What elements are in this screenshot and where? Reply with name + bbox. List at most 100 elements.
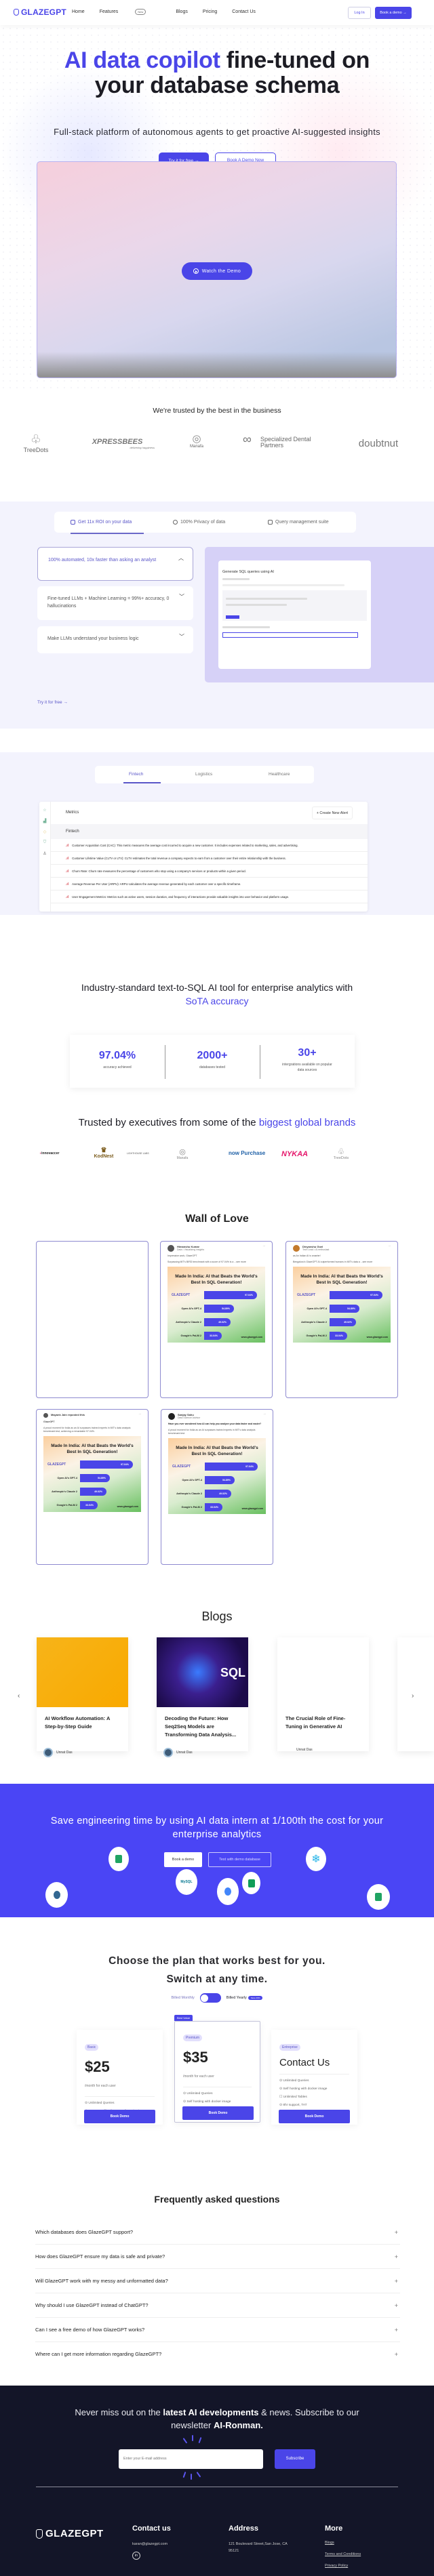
test-demo-database-button[interactable]: Test with demo database — [208, 1852, 271, 1867]
blog-image — [277, 1637, 369, 1707]
book-demo-button[interactable]: Book Demo — [84, 2110, 155, 2123]
bar-palm2: 33.04% — [205, 1503, 222, 1511]
faq-item[interactable]: Can I see a free demo of how GlazeGPT wo… — [35, 2318, 400, 2342]
plus-icon: + — [394, 2229, 398, 2236]
nav-pricing[interactable]: Pricing — [203, 9, 217, 15]
save-badge: Save 20% — [248, 1996, 263, 2000]
nav-features[interactable]: Features New — [100, 9, 161, 15]
google-sheets-icon — [108, 1847, 129, 1871]
metrics-group: Fintech — [51, 824, 368, 839]
email-input[interactable] — [119, 2449, 263, 2469]
book-demo-button[interactable]: Book Demo — [182, 2106, 254, 2120]
footer-link-privacy[interactable]: Privacy Policy — [325, 2564, 361, 2568]
table-row: .ıl User Engagement Metrics: Metrics such… — [51, 891, 368, 903]
chevron-left-icon[interactable]: ‹ — [18, 1692, 20, 1700]
bar-palm2: 33.04% — [204, 1332, 222, 1340]
plan-feature: ⊙ Unlimited Queries — [279, 2079, 309, 2083]
login-button[interactable]: Log In — [348, 7, 371, 19]
footer-logo[interactable]: GLAZEGPT — [36, 2528, 104, 2539]
shield-icon[interactable]: ⛉ — [39, 840, 50, 845]
tab-roi[interactable]: Get 11x ROI on your data — [71, 512, 144, 534]
accordion-item[interactable]: Fine-tuned LLMs + Machine Learning = 99%… — [37, 586, 193, 620]
diamond-icon[interactable]: ◇ — [39, 830, 50, 834]
demo-video[interactable]: Watch the Demo — [37, 161, 397, 378]
accordion-item[interactable]: Make LLMs understand your business logic… — [37, 626, 193, 653]
tab-privacy[interactable]: 100% Privacy of data — [173, 512, 225, 533]
bar-gpt4: 54.89% — [330, 1305, 359, 1313]
nav-blogs[interactable]: Blogs — [176, 9, 188, 15]
more-icon[interactable]: ··· — [389, 1245, 391, 1248]
testimonial-card[interactable]: Divyanshu Goel Tech Lead • AI enthusiast ·… — [285, 1241, 398, 1398]
book-demo-button[interactable]: Book Demo — [279, 2110, 350, 2123]
tab-healthcare[interactable]: Healthcare — [269, 766, 290, 783]
testimonial-card[interactable]: Himanshu Kumar Data • Visualizing insight… — [160, 1241, 273, 1398]
glaze-logo-icon — [36, 2529, 43, 2539]
hero-section: AI data copilot fine-tuned on your databa… — [0, 25, 434, 391]
chevron-right-icon[interactable]: › — [412, 1692, 414, 1700]
database-icon — [71, 520, 75, 525]
tab-logistics[interactable]: Logistics — [195, 766, 212, 783]
tab-query-management[interactable]: Query management suite — [268, 512, 329, 533]
stat-integrations: 30+ intergrations available on popular da… — [282, 1047, 332, 1072]
plan-card-premium: Best Value Premium $35 /month for each u… — [174, 2015, 260, 2123]
plan-card-basic: Basic $25 /month for each user ⊙ Unlimit… — [77, 2030, 163, 2125]
snowflake-icon: ❄ — [306, 1847, 326, 1871]
nav-home[interactable]: Home — [72, 9, 85, 15]
billing-toggle[interactable] — [199, 1993, 221, 2003]
kodnest-logo: ♛ KodNest — [94, 1147, 114, 1159]
faq-item[interactable]: Where can I get more information regardi… — [35, 2342, 400, 2367]
manafa-logo: ◎ Manafa — [176, 1148, 189, 1160]
watch-demo-button[interactable]: Watch the Demo — [182, 262, 252, 280]
tab-fintech[interactable]: Fintech — [123, 766, 161, 783]
blog-card[interactable]: SQL Decoding the Future: How Seq2Seq Mod… — [157, 1637, 248, 1757]
blog-card[interactable]: The Crucial Role of Fine-Tuning in Gener… — [277, 1637, 369, 1752]
address-column: Address 121 Boulevard Street,San Jose, C… — [229, 2524, 288, 2553]
faq-item[interactable]: Will GlazeGPT work with my messy and unf… — [35, 2269, 400, 2293]
stat-databases: 2000+ databases tested — [197, 1050, 228, 1069]
create-alert-button[interactable]: + Create New Alert — [311, 806, 353, 819]
blog-card-partial[interactable] — [397, 1637, 434, 1751]
product-screenshot: Generate SQL queries using AI — [205, 547, 434, 682]
more-icon[interactable]: ··· — [263, 1245, 266, 1248]
faq-item[interactable]: How does GlazeGPT ensure my data is safe… — [35, 2245, 400, 2269]
bar-chart-icon: .ıl — [66, 844, 69, 848]
stats-box: 97.04% accuracy achieved 2000+ databases t… — [70, 1035, 355, 1088]
bar-chart-icon: .ıl — [66, 895, 69, 899]
testimonial-card[interactable]: Sanjay Sahu Data Science Advisor ··· Have … — [161, 1409, 273, 1565]
bar-glazegpt: 97.04% — [205, 1463, 258, 1471]
best-value-badge: Best Value — [174, 2015, 193, 2021]
try-free-link[interactable]: Try it for free → — [37, 700, 68, 705]
footer-link-blogs[interactable]: Blogs — [325, 2541, 361, 2545]
blog-image: SQL — [157, 1637, 248, 1707]
metrics-table: ☆ ▟ ◇ ⛉ ♙ Metrics + Create New Alert Fint… — [39, 802, 368, 912]
faq-item[interactable]: Which databases does GlazeGPT support? + — [35, 2220, 400, 2245]
promo-chart: Made In India: AI that Beats the World's… — [43, 1436, 141, 1512]
testimonial-card[interactable]: Mayank Jain reposted this ··· GlazeGPT A … — [36, 1409, 149, 1565]
logo[interactable]: GLAZEGPT — [14, 7, 66, 17]
table-row: .ıl Customer Lifetime Value (CLTV or LTV)… — [51, 852, 368, 865]
star-icon[interactable]: ☆ — [39, 808, 50, 813]
user-icon[interactable]: ♙ — [39, 851, 50, 856]
doubtnut-logo: doubtnut — [358, 438, 399, 449]
faq-item[interactable]: Why should I use GlazeGPT instead of Cha… — [35, 2293, 400, 2318]
more-icon[interactable]: ··· — [264, 1413, 267, 1416]
footer-link-terms[interactable]: Terms and Conditions — [325, 2552, 361, 2556]
nykaa-logo: NYKAA — [281, 1150, 309, 1158]
linkedin-icon[interactable]: in — [132, 2552, 140, 2560]
plan-feature: ⊙ Self hosting with docker image — [279, 2087, 328, 2091]
more-icon[interactable]: ··· — [139, 1413, 142, 1416]
plus-icon: + — [394, 2302, 398, 2309]
subscribe-button[interactable]: Subscribe — [275, 2449, 315, 2469]
blog-card[interactable]: AI Workflow Automation: A Step-by-Step G… — [37, 1637, 128, 1757]
chart-icon[interactable]: ▟ — [39, 819, 50, 823]
book-demo-button[interactable]: Book a demo → — [375, 7, 412, 19]
contact-email[interactable]: karan@glazegpt.com — [132, 2541, 171, 2548]
testimonial-card-empty[interactable] — [36, 1241, 149, 1398]
accordion-item[interactable]: 100% automated, 10x faster than asking a… — [37, 547, 193, 581]
nav-contact[interactable]: Contact Us — [232, 9, 256, 15]
hero-subtitle: Full-stack platform of autonomous agents… — [54, 127, 380, 137]
cta-book-demo-button[interactable]: Book a demo — [164, 1852, 202, 1867]
shield-check-icon — [173, 520, 178, 525]
postgresql-icon — [45, 1882, 68, 1908]
plan-tag: Premium — [183, 2035, 203, 2041]
